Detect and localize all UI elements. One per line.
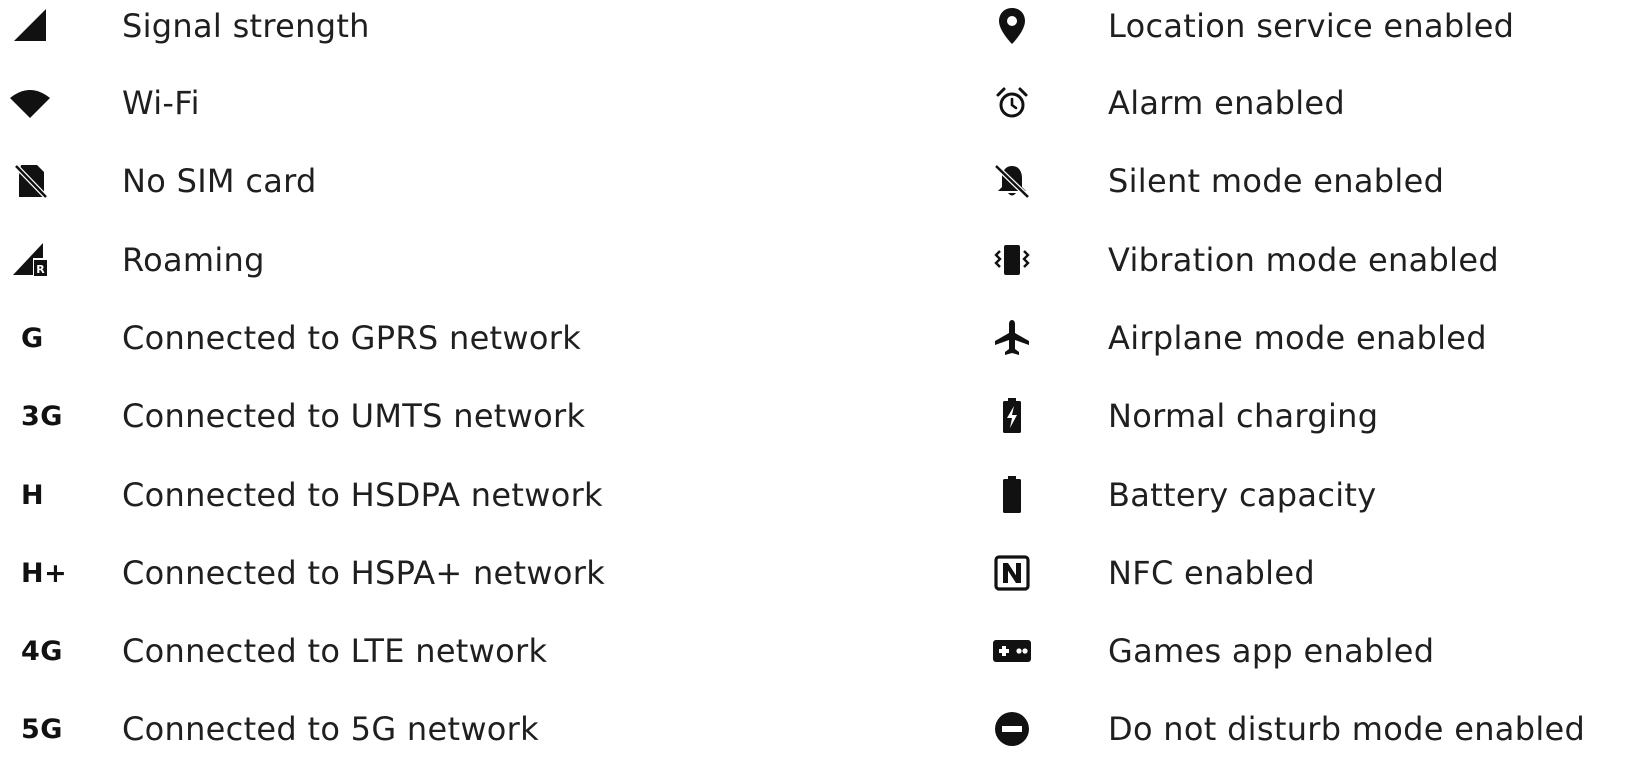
legend-label: Connected to 5G network <box>122 710 539 748</box>
legend-label: Vibration mode enabled <box>1108 241 1499 279</box>
list-item: Location service enabled <box>990 0 1636 56</box>
legend-label: NFC enabled <box>1108 554 1315 592</box>
list-item: R Roaming <box>0 230 980 290</box>
list-item: Normal charging <box>990 386 1636 446</box>
list-item: Battery capacity <box>990 465 1636 525</box>
lte-indicator-icon: 4G <box>21 635 63 667</box>
nfc-icon <box>982 543 1042 603</box>
no-sim-card-icon <box>0 151 60 211</box>
list-item: No SIM card <box>0 151 980 211</box>
list-item: Airplane mode enabled <box>990 308 1636 368</box>
signal-strength-icon <box>0 0 60 56</box>
bell-off-icon <box>982 151 1042 211</box>
umts-indicator-icon: 3G <box>21 400 63 432</box>
alarm-clock-icon <box>982 73 1042 133</box>
airplane-icon <box>982 308 1042 368</box>
hsdpa-indicator-icon: H <box>21 479 45 511</box>
list-item: G Connected to GPRS network <box>0 308 980 368</box>
legend-label: Battery capacity <box>1108 476 1377 514</box>
list-item: H Connected to HSDPA network <box>0 465 980 525</box>
legend-label: Connected to LTE network <box>122 632 548 670</box>
legend-label: Connected to UMTS network <box>122 397 586 435</box>
list-item: NFC enabled <box>990 543 1636 603</box>
legend-label: Normal charging <box>1108 397 1379 435</box>
legend-label: Connected to HSDPA network <box>122 476 603 514</box>
legend-label: Connected to GPRS network <box>122 319 582 357</box>
gamepad-icon <box>982 621 1042 681</box>
list-item: Signal strength <box>0 0 980 56</box>
roaming-icon: R <box>0 230 60 290</box>
list-item: Vibration mode enabled <box>990 230 1636 290</box>
legend-label: Roaming <box>122 241 265 279</box>
list-item: Games app enabled <box>990 621 1636 681</box>
hspa-plus-indicator-icon: H+ <box>21 557 68 589</box>
wifi-icon <box>0 73 60 133</box>
svg-text:R: R <box>36 263 45 276</box>
legend-label: No SIM card <box>122 162 317 200</box>
status-icon-legend: Signal strength Wi-Fi No SIM card R Roam… <box>0 0 1636 779</box>
legend-label: Connected to HSPA+ network <box>122 554 606 592</box>
list-item: Alarm enabled <box>990 73 1636 133</box>
legend-label: Silent mode enabled <box>1108 162 1445 200</box>
list-item: Wi-Fi <box>0 73 980 133</box>
legend-label: Airplane mode enabled <box>1108 319 1487 357</box>
location-pin-icon <box>982 0 1042 56</box>
legend-label: Alarm enabled <box>1108 84 1346 122</box>
battery-full-icon <box>982 465 1042 525</box>
legend-label: Signal strength <box>122 7 370 45</box>
list-item: Silent mode enabled <box>990 151 1636 211</box>
list-item: 3G Connected to UMTS network <box>0 386 980 446</box>
list-item: 5G Connected to 5G network <box>0 699 980 759</box>
list-item: Do not disturb mode enabled <box>990 699 1636 759</box>
legend-label: Do not disturb mode enabled <box>1108 710 1586 748</box>
vibration-icon <box>982 230 1042 290</box>
list-item: 4G Connected to LTE network <box>0 621 980 681</box>
gprs-indicator-icon: G <box>21 322 44 354</box>
battery-charging-icon <box>982 386 1042 446</box>
legend-label: Wi-Fi <box>122 84 200 122</box>
legend-label: Games app enabled <box>1108 632 1435 670</box>
legend-label: Location service enabled <box>1108 7 1515 45</box>
list-item: H+ Connected to HSPA+ network <box>0 543 980 603</box>
5g-indicator-icon: 5G <box>21 713 63 745</box>
do-not-disturb-icon <box>982 699 1042 759</box>
